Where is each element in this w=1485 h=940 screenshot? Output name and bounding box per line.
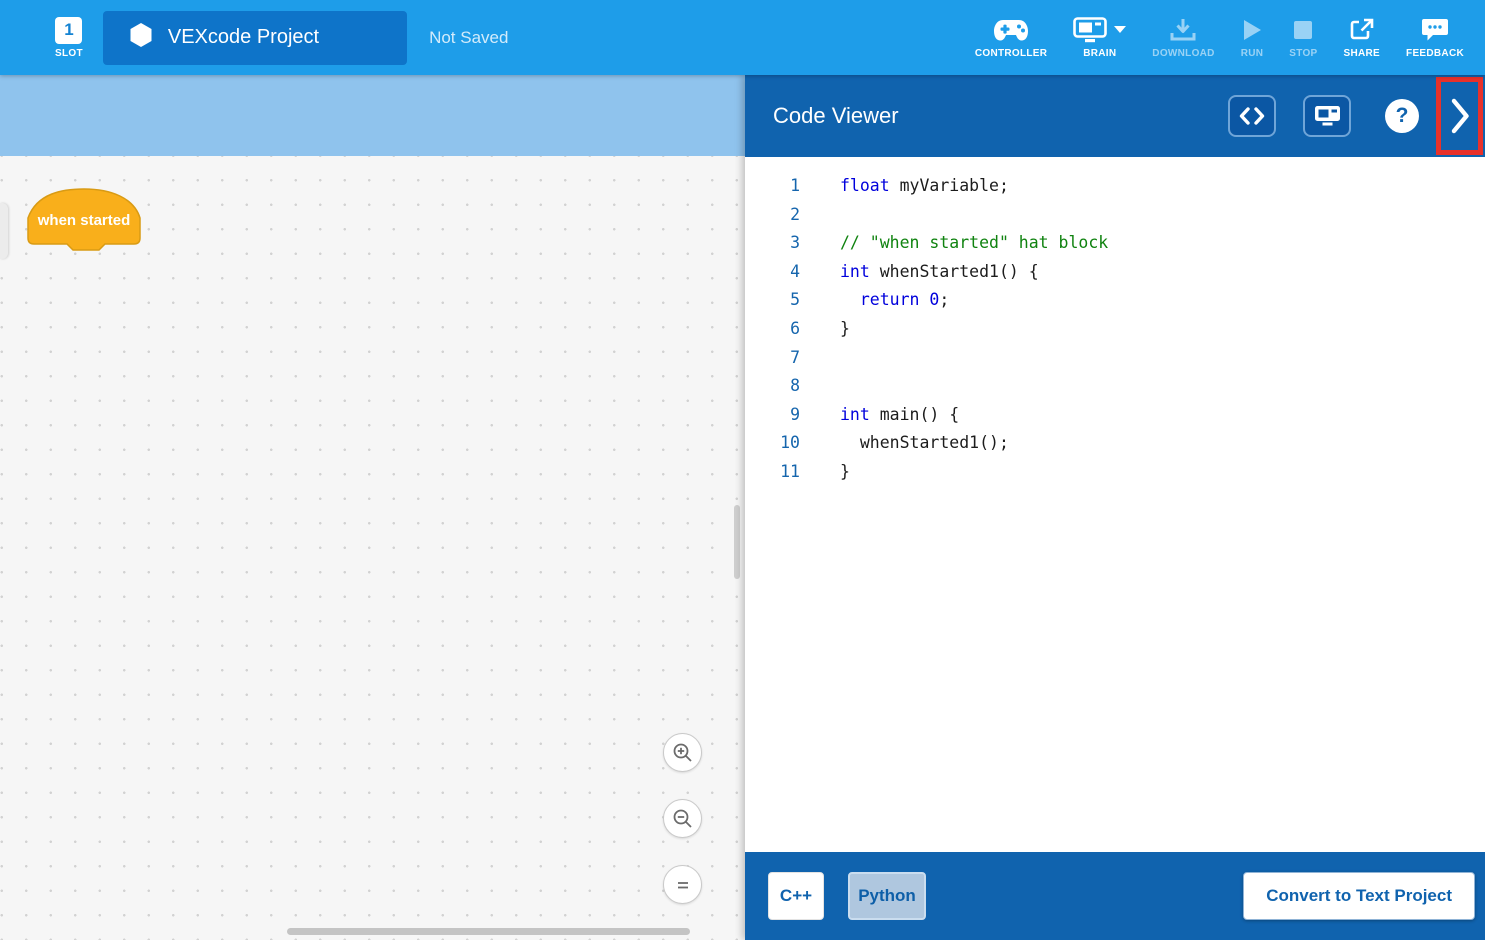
- line-number: 4: [745, 258, 800, 287]
- code-viewer-panel: Code Viewer ?: [745, 75, 1485, 940]
- code-line: 4int whenStarted1() {: [745, 258, 1485, 287]
- slot-label: SLOT: [55, 48, 83, 59]
- code-line: 9int main() {: [745, 401, 1485, 430]
- zoom-out-button[interactable]: [663, 799, 702, 838]
- download-label: DOWNLOAD: [1152, 48, 1214, 59]
- toolbar-actions: CONTROLLER BRAIN: [962, 16, 1477, 59]
- project-name: VEXcode Project: [168, 26, 319, 49]
- save-status: Not Saved: [429, 28, 508, 48]
- line-number: 6: [745, 315, 800, 344]
- code-line: 6}: [745, 315, 1485, 344]
- code-line: 10 whenStarted1();: [745, 429, 1485, 458]
- line-code: }: [800, 315, 850, 344]
- line-code: int whenStarted1() {: [800, 258, 1039, 287]
- zoom-in-button[interactable]: [663, 733, 702, 772]
- question-mark-icon: ?: [1396, 104, 1409, 128]
- zoom-reset-icon: [673, 875, 693, 895]
- line-code: }: [800, 458, 850, 487]
- brain-dropdown-caret: [1114, 26, 1126, 33]
- line-code: [800, 372, 840, 401]
- share-icon: [1349, 16, 1375, 43]
- zoom-in-icon: [672, 742, 694, 764]
- blocks-workspace: when started: [0, 75, 745, 940]
- stop-icon: [1293, 16, 1313, 43]
- controller-button[interactable]: CONTROLLER: [962, 16, 1060, 59]
- vertical-scrollbar[interactable]: [734, 505, 740, 579]
- palette-edge-tab: [0, 203, 8, 259]
- slot-button[interactable]: 1 SLOT: [55, 17, 83, 59]
- feedback-button[interactable]: FEEDBACK: [1393, 16, 1477, 59]
- feedback-icon: [1421, 16, 1449, 43]
- download-icon: [1169, 16, 1197, 43]
- line-number: 7: [745, 344, 800, 373]
- code-editor-area[interactable]: 1float myVariable;23// "when started" ha…: [745, 157, 1485, 852]
- code-line: 3// "when started" hat block: [745, 229, 1485, 258]
- code-line: 5 return 0;: [745, 286, 1485, 315]
- horizontal-scrollbar[interactable]: [287, 928, 690, 935]
- line-code: return 0;: [800, 286, 949, 315]
- annotation-highlight-red-box: [1436, 77, 1483, 155]
- code-line: 8: [745, 372, 1485, 401]
- line-number: 1: [745, 172, 800, 201]
- language-cpp-button[interactable]: C++: [768, 872, 824, 920]
- line-number: 5: [745, 286, 800, 315]
- line-code: int main() {: [800, 401, 959, 430]
- convert-to-text-project-button[interactable]: Convert to Text Project: [1243, 872, 1475, 920]
- run-icon: [1241, 16, 1263, 43]
- code-brackets-icon: [1239, 107, 1265, 125]
- brain-screen-icon: [1314, 105, 1341, 127]
- top-toolbar: 1 SLOT VEXcode Project Not Saved: [0, 0, 1485, 75]
- language-python-button[interactable]: Python: [848, 872, 926, 920]
- controller-label: CONTROLLER: [975, 48, 1047, 59]
- line-number: 3: [745, 229, 800, 258]
- share-label: SHARE: [1344, 48, 1381, 59]
- code-view-toggle-button[interactable]: [1228, 95, 1276, 137]
- workspace-toolbox-strip: [0, 75, 745, 156]
- chevron-right-icon: [1450, 98, 1470, 134]
- line-code: whenStarted1();: [800, 429, 1009, 458]
- help-button[interactable]: ?: [1385, 99, 1419, 133]
- code-line: 11}: [745, 458, 1485, 487]
- share-button[interactable]: SHARE: [1331, 16, 1394, 59]
- workspace-canvas[interactable]: when started: [0, 156, 745, 940]
- stop-button[interactable]: STOP: [1276, 16, 1330, 59]
- controller-icon: [993, 16, 1029, 43]
- line-number: 10: [745, 429, 800, 458]
- code-line: 7: [745, 344, 1485, 373]
- stop-label: STOP: [1289, 48, 1317, 59]
- line-number: 8: [745, 372, 800, 401]
- line-code: float myVariable;: [800, 172, 1009, 201]
- brain-icon: [1073, 16, 1126, 43]
- slot-number: 1: [64, 20, 73, 40]
- hexagon-icon: [129, 22, 153, 53]
- feedback-label: FEEDBACK: [1406, 48, 1464, 59]
- project-name-button[interactable]: VEXcode Project: [103, 11, 407, 65]
- brain-button[interactable]: BRAIN: [1060, 16, 1139, 59]
- line-code: // "when started" hat block: [800, 229, 1108, 258]
- slot-icon: 1: [55, 17, 82, 44]
- code-lines: 1float myVariable;23// "when started" ha…: [745, 172, 1485, 487]
- code-line: 2: [745, 201, 1485, 230]
- zoom-reset-button[interactable]: [663, 865, 702, 904]
- code-viewer-header: Code Viewer ?: [745, 75, 1485, 157]
- code-viewer-footer: C++ Python Convert to Text Project: [745, 852, 1485, 940]
- line-number: 11: [745, 458, 800, 487]
- line-code: [800, 344, 840, 373]
- brain-view-toggle-button[interactable]: [1303, 95, 1351, 137]
- run-button[interactable]: RUN: [1228, 16, 1277, 59]
- vexcode-app: 1 SLOT VEXcode Project Not Saved: [0, 0, 1485, 940]
- line-number: 9: [745, 401, 800, 430]
- brain-label: BRAIN: [1083, 48, 1116, 59]
- code-line: 1float myVariable;: [745, 172, 1485, 201]
- line-number: 2: [745, 201, 800, 230]
- collapse-panel-button[interactable]: [1441, 82, 1478, 150]
- zoom-out-icon: [672, 808, 694, 830]
- download-button[interactable]: DOWNLOAD: [1139, 16, 1227, 59]
- run-label: RUN: [1241, 48, 1264, 59]
- line-code: [800, 201, 840, 230]
- code-viewer-title: Code Viewer: [773, 103, 899, 129]
- when-started-label: when started: [25, 212, 143, 229]
- when-started-block[interactable]: when started: [25, 188, 145, 256]
